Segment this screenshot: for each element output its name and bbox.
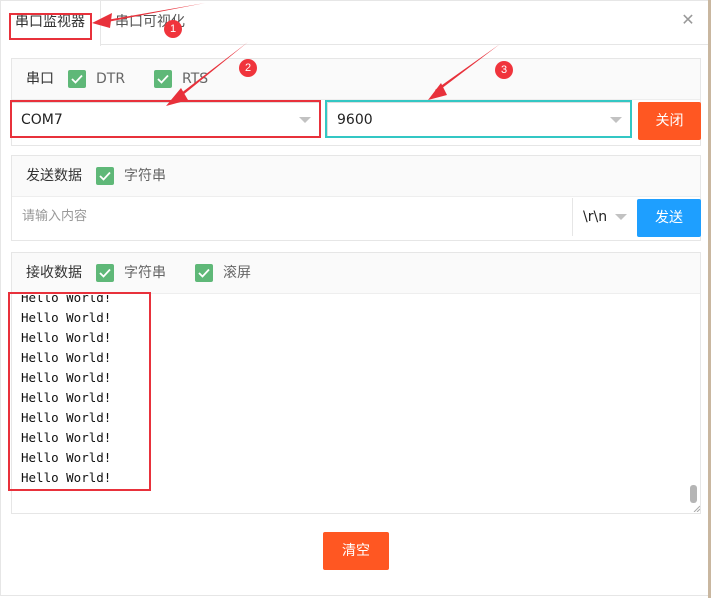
send-input-placeholder: 请输入内容 bbox=[22, 209, 88, 224]
annotation-badge-3: 3 bbox=[495, 61, 513, 79]
port-select[interactable]: COM7 bbox=[11, 102, 321, 138]
send-panel-title: 发送数据 bbox=[26, 168, 82, 184]
output-line: Hello World! bbox=[21, 295, 112, 305]
chevron-down-icon bbox=[299, 117, 311, 123]
port-panel-title: 串口 bbox=[26, 71, 54, 87]
baud-select[interactable]: 9600 bbox=[327, 102, 632, 138]
check-icon bbox=[157, 74, 169, 84]
receive-panel-header: 接收数据 字符串 滚屏 bbox=[12, 253, 700, 294]
output-line: Hello World! bbox=[21, 350, 112, 365]
check-icon bbox=[71, 74, 83, 84]
rts-label: RTS bbox=[182, 71, 209, 87]
scroll-checkbox[interactable] bbox=[195, 264, 213, 282]
receive-output[interactable]: Hello World! Hello World! Hello World! H… bbox=[12, 295, 700, 513]
tab-bar: 串口监视器 串口可视化 ✕ bbox=[1, 1, 710, 46]
port-select-value: COM7 bbox=[21, 112, 63, 128]
clear-button[interactable]: 清空 bbox=[323, 532, 389, 570]
annotation-badge-1: 1 bbox=[164, 20, 182, 38]
chevron-down-icon bbox=[615, 214, 627, 220]
send-input[interactable]: 请输入内容 bbox=[12, 198, 573, 236]
line-ending-select[interactable]: \r\n bbox=[574, 198, 636, 236]
output-line: Hello World! bbox=[21, 430, 112, 445]
send-panel: 发送数据 字符串 请输入内容 \r\n bbox=[11, 155, 701, 241]
output-scrollbar[interactable] bbox=[690, 485, 697, 503]
receive-string-label: 字符串 bbox=[124, 265, 166, 281]
output-line: Hello World! bbox=[21, 410, 112, 425]
tab-serial-monitor[interactable]: 串口监视器 bbox=[1, 1, 101, 46]
receive-string-checkbox[interactable] bbox=[96, 264, 114, 282]
send-button[interactable]: 发送 bbox=[637, 199, 701, 237]
receive-panel-title: 接收数据 bbox=[26, 265, 82, 281]
line-ending-value: \r\n bbox=[583, 209, 608, 225]
port-panel-header: 串口 DTR RTS bbox=[12, 59, 700, 100]
annotation-badge-2: 2 bbox=[239, 59, 257, 77]
close-icon[interactable]: ✕ bbox=[679, 11, 697, 29]
close-port-button[interactable]: 关闭 bbox=[638, 102, 701, 140]
output-line: Hello World! bbox=[21, 390, 112, 405]
send-string-label: 字符串 bbox=[124, 168, 166, 184]
dtr-checkbox[interactable] bbox=[68, 70, 86, 88]
output-line: Hello World! bbox=[21, 450, 112, 465]
rts-checkbox[interactable] bbox=[154, 70, 172, 88]
send-string-checkbox[interactable] bbox=[96, 167, 114, 185]
baud-select-value: 9600 bbox=[337, 112, 373, 128]
scroll-label: 滚屏 bbox=[223, 265, 251, 281]
check-icon bbox=[198, 268, 210, 278]
send-panel-header: 发送数据 字符串 bbox=[12, 156, 700, 197]
output-line: Hello World! bbox=[21, 470, 112, 485]
dtr-label: DTR bbox=[96, 71, 126, 87]
check-icon bbox=[99, 268, 111, 278]
output-line: Hello World! bbox=[21, 330, 112, 345]
output-line: Hello World! bbox=[21, 370, 112, 385]
check-icon bbox=[99, 171, 111, 181]
serial-tool-window: 串口监视器 串口可视化 ✕ 串口 DTR RTS COM7 9600 关闭 发送… bbox=[0, 0, 710, 596]
resize-grip-icon[interactable] bbox=[693, 505, 700, 512]
chevron-down-icon bbox=[610, 117, 622, 123]
output-line: Hello World! bbox=[21, 310, 112, 325]
receive-panel: 接收数据 字符串 滚屏 Hello World! Hello World! He… bbox=[11, 252, 701, 514]
